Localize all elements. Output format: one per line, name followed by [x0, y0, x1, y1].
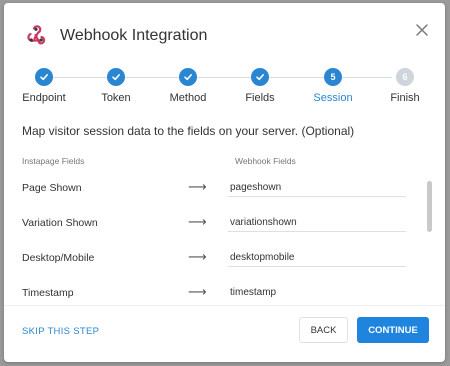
step-session[interactable]: 5 Session	[293, 65, 373, 104]
session-mapping-description: Map visitor session data to the fields o…	[22, 124, 355, 138]
webhook-logo-icon	[27, 25, 46, 45]
webhook-fields-header: Webhook Fields	[235, 156, 296, 166]
webhook-field-timestamp[interactable]	[228, 283, 406, 302]
step-endpoint[interactable]: Endpoint	[4, 65, 84, 104]
step-label: Token	[101, 92, 131, 104]
dialog-header: Webhook Integration	[4, 3, 445, 55]
step-check-icon	[251, 68, 269, 86]
step-label: Fields	[245, 92, 275, 104]
back-button[interactable]: BACK	[299, 317, 348, 343]
step-method[interactable]: Method	[148, 65, 228, 104]
webhook-field-desktop-mobile[interactable]	[228, 248, 406, 267]
arrow-right-icon: ⟶	[188, 249, 207, 264]
arrow-right-icon: ⟶	[188, 284, 207, 299]
step-check-icon	[107, 68, 125, 86]
skip-step-link[interactable]: SKIP THIS STEP	[22, 326, 99, 337]
close-icon[interactable]	[415, 23, 429, 37]
step-check-icon	[35, 68, 53, 86]
step-token[interactable]: Token	[76, 65, 156, 104]
webhook-field-page-shown[interactable]	[228, 178, 406, 197]
field-label-timestamp: Timestamp	[22, 287, 74, 299]
step-number-badge: 6	[396, 68, 414, 86]
step-number-badge: 5	[324, 68, 342, 86]
progress-stepper: Endpoint Token Method Fields 5 Session 6	[4, 65, 445, 115]
step-label: Session	[313, 92, 353, 104]
arrow-right-icon: ⟶	[188, 214, 207, 229]
step-check-icon	[179, 68, 197, 86]
instapage-fields-header: Instapage Fields	[22, 156, 85, 166]
field-label-page-shown: Page Shown	[22, 182, 82, 194]
arrow-right-icon: ⟶	[188, 179, 207, 194]
step-label: Method	[169, 92, 207, 104]
webhook-field-variation-shown[interactable]	[228, 213, 406, 232]
step-label: Finish	[390, 92, 420, 104]
step-finish[interactable]: 6 Finish	[365, 65, 445, 104]
continue-button[interactable]: CONTINUE	[357, 317, 429, 343]
dialog-title: Webhook Integration	[60, 27, 208, 44]
fields-scrollbar[interactable]	[427, 181, 432, 232]
field-label-desktop-mobile: Desktop/Mobile	[22, 252, 95, 264]
webhook-integration-dialog: Webhook Integration Endpoint Token Metho…	[4, 3, 445, 362]
footer-divider	[4, 305, 445, 306]
field-label-variation-shown: Variation Shown	[22, 217, 98, 229]
step-fields[interactable]: Fields	[220, 65, 300, 104]
step-label: Endpoint	[22, 92, 66, 104]
